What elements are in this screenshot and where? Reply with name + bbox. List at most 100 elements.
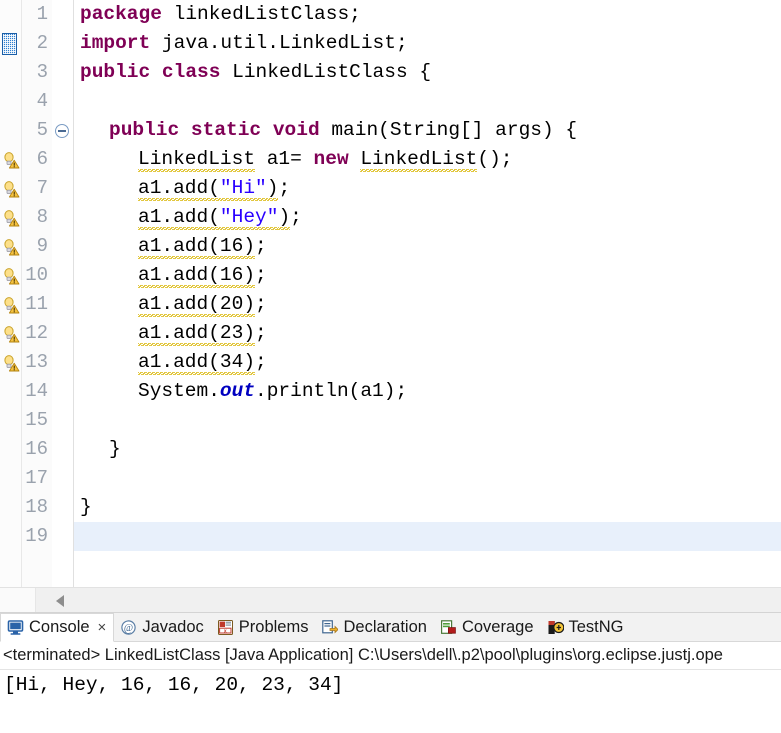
fold-collapse-icon[interactable]	[55, 124, 69, 138]
code-line[interactable]: a1.add("Hi");	[74, 174, 290, 203]
console-tab-declaration[interactable]: Declaration	[315, 613, 433, 642]
svg-text:x: x	[224, 628, 227, 634]
warned-token: LinkedList	[360, 148, 478, 172]
line-number: 7	[36, 177, 48, 199]
code-token: a1=	[255, 148, 314, 170]
code-token: LinkedListClass {	[220, 61, 432, 83]
string-token: "Hi"	[219, 177, 267, 201]
code-line[interactable]: a1.add(16);	[74, 232, 267, 261]
warned-token: )	[278, 206, 291, 230]
code-token: ;	[278, 177, 291, 199]
scrollbar-track[interactable]	[36, 588, 781, 612]
warned-token: a1.add(23)	[138, 322, 256, 346]
code-token: main(String[] args) {	[319, 119, 578, 141]
code-token: ;	[255, 264, 267, 286]
warned-token: a1.add(20)	[138, 293, 256, 317]
console-panel[interactable]: Console × @ Javadoc x Problems Declaration Cove…	[0, 612, 781, 733]
code-line[interactable]	[74, 406, 80, 435]
console-tab-label: Problems	[238, 618, 309, 636]
code-line[interactable]: }	[74, 435, 121, 464]
folding-ruler[interactable]	[52, 0, 74, 587]
console-tab-javadoc[interactable]: @ Javadoc	[114, 613, 210, 642]
editor-text-area[interactable]: package linkedListClass; import java.util…	[74, 0, 781, 587]
console-tab-coverage[interactable]: Coverage	[434, 613, 541, 642]
console-tab-console[interactable]: Console ×	[0, 613, 115, 642]
line-number: 13	[25, 351, 48, 373]
line-number: 5	[36, 119, 48, 141]
code-token: linkedListClass;	[173, 3, 361, 25]
console-tab-problems[interactable]: x Problems	[211, 613, 316, 642]
code-token: ;	[255, 293, 267, 315]
code-token: java.util.LinkedList;	[161, 32, 408, 54]
code-line[interactable]: a1.add(34);	[74, 348, 267, 377]
console-tab-label: TestNG	[568, 618, 624, 636]
code-token: ;	[255, 235, 267, 257]
code-token: System.	[138, 380, 220, 402]
warned-token: a1.add(16)	[138, 235, 256, 259]
line-number: 14	[25, 380, 48, 402]
line-number: 9	[36, 235, 48, 257]
static-field-token: out	[219, 380, 256, 402]
console-output-line: [Hi, Hey, 16, 16, 20, 23, 34]	[4, 674, 344, 696]
console-monitor-icon	[7, 619, 24, 636]
keyword-token: public	[109, 119, 180, 141]
console-tab-label: Javadoc	[142, 618, 204, 636]
code-line[interactable]: LinkedList a1= new LinkedList();	[74, 145, 513, 174]
editor-horizontal-scrollbar[interactable]	[0, 587, 781, 612]
code-line[interactable]: package linkedListClass;	[74, 0, 361, 29]
line-number: 8	[36, 206, 48, 228]
console-tab-label: Coverage	[461, 618, 534, 636]
line-number: 17	[25, 467, 48, 489]
code-token: }	[109, 438, 121, 460]
keyword-token: void	[272, 119, 320, 141]
code-line[interactable]: a1.add("Hey");	[74, 203, 302, 232]
code-line[interactable]	[74, 522, 80, 551]
keyword-token: static	[190, 119, 262, 141]
line-number: 6	[36, 148, 48, 170]
testng-icon	[547, 619, 564, 636]
line-number: 4	[36, 90, 48, 112]
console-tab-testng[interactable]: TestNG	[541, 613, 631, 642]
warned-token: a1.add(16)	[138, 264, 256, 288]
console-divider	[0, 669, 781, 670]
code-line[interactable]: public static void main(String[] args) {	[74, 116, 577, 145]
warned-token: a1	[138, 206, 162, 230]
console-tab-bar[interactable]: Console × @ Javadoc x Problems Declaration Cove…	[0, 613, 781, 642]
keyword-token: public	[80, 61, 151, 83]
console-tab-label: Console	[29, 618, 90, 636]
code-line[interactable]	[74, 464, 80, 493]
declaration-icon	[321, 619, 340, 636]
close-icon[interactable]: ×	[98, 619, 107, 636]
string-token: "Hey"	[219, 206, 279, 230]
code-token: .println(a1);	[255, 380, 408, 402]
code-line[interactable]: a1.add(16);	[74, 261, 267, 290]
code-token: ();	[477, 148, 513, 170]
code-line[interactable]: a1.add(23);	[74, 319, 267, 348]
code-token: ;	[255, 351, 267, 373]
line-number: 15	[25, 409, 48, 431]
warned-token: .add(	[161, 206, 220, 230]
coverage-icon	[440, 619, 457, 636]
line-number: 18	[25, 496, 48, 518]
java-editor[interactable]: package linkedListClass; import java.util…	[0, 0, 781, 612]
line-number: 1	[36, 3, 48, 25]
triangle-left-icon[interactable]	[56, 595, 64, 607]
editor-body[interactable]: package linkedListClass; import java.util…	[0, 0, 781, 587]
code-line[interactable]: System.out.println(a1);	[74, 377, 407, 406]
code-line[interactable]: a1.add(20);	[74, 290, 267, 319]
current-line-highlight	[74, 522, 781, 551]
code-token: }	[80, 496, 92, 518]
code-line[interactable]: import java.util.LinkedList;	[74, 29, 408, 58]
scrollbar-corner	[0, 588, 36, 612]
at-sign-icon: @	[120, 619, 137, 636]
code-line[interactable]: }	[74, 493, 92, 522]
console-output[interactable]: [Hi, Hey, 16, 16, 20, 23, 34]	[0, 669, 781, 731]
code-line[interactable]	[74, 87, 80, 116]
line-number: 16	[25, 438, 48, 460]
console-launch-status: <terminated> LinkedListClass [Java Appli…	[0, 642, 781, 669]
code-line[interactable]: public class LinkedListClass {	[74, 58, 431, 87]
